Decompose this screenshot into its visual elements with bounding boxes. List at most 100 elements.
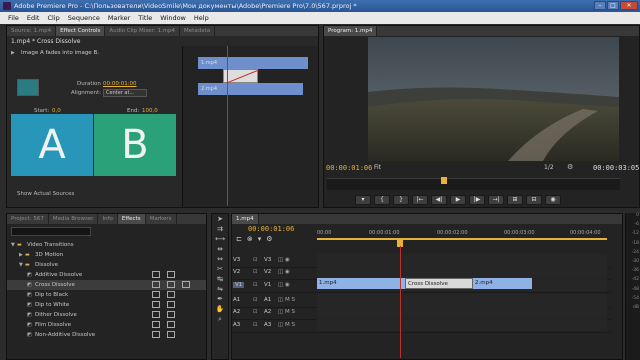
maximize-button[interactable]: □ bbox=[607, 1, 619, 10]
menu-window[interactable]: Window bbox=[156, 12, 190, 24]
close-button[interactable]: ✕ bbox=[620, 1, 638, 10]
mark-in-button[interactable]: { bbox=[374, 195, 390, 205]
tab-audio-clip-mixer[interactable]: Audio Clip Mixer: 1.mp4 bbox=[105, 26, 181, 36]
work-area-bar[interactable] bbox=[317, 238, 607, 240]
menu-title[interactable]: Title bbox=[134, 12, 156, 24]
wrench-icon[interactable]: ⚙ bbox=[567, 163, 573, 171]
disclosure-triangle-icon[interactable]: ▼ bbox=[11, 240, 15, 250]
track-source-patch[interactable]: V2 bbox=[233, 269, 240, 275]
effects-list-item[interactable]: ◩ Additive Dissolve bbox=[7, 270, 206, 280]
tab-metadata[interactable]: Metadata bbox=[180, 26, 216, 36]
snap-icon[interactable]: ⊏ bbox=[236, 235, 242, 243]
effects-list-item[interactable]: ◩ Dip to Black bbox=[7, 290, 206, 300]
pen-tool-icon[interactable]: ✒ bbox=[212, 294, 228, 304]
tab-source[interactable]: Source: 1.mp4 bbox=[7, 26, 57, 36]
tab-sequence[interactable]: 1.mp4 bbox=[232, 214, 259, 224]
tab-info[interactable]: Info bbox=[98, 214, 118, 224]
effects-list-item[interactable]: ◩ Dip to White bbox=[7, 300, 206, 310]
razor-tool-icon[interactable]: ✂ bbox=[212, 264, 228, 274]
export-frame-button[interactable]: ◉ bbox=[545, 195, 561, 205]
play-button[interactable]: ▶ bbox=[450, 195, 466, 205]
duration-value[interactable]: 00:00:01:00 bbox=[103, 81, 137, 87]
track-lock-icon[interactable]: ⊡ bbox=[253, 322, 258, 328]
mute-solo-icons[interactable]: ◫ M S bbox=[278, 297, 295, 303]
program-scrub-bar[interactable] bbox=[327, 178, 620, 190]
track-select-tool-icon[interactable]: ⇉ bbox=[212, 224, 228, 234]
effects-list-item[interactable]: ▼ ▬ Dissolve bbox=[7, 260, 206, 270]
step-forward-button[interactable]: |▶ bbox=[469, 195, 485, 205]
track-lane[interactable] bbox=[317, 318, 607, 331]
timeline-playhead[interactable] bbox=[400, 246, 401, 358]
track-lane[interactable] bbox=[317, 254, 607, 266]
ripple-edit-tool-icon[interactable]: ⟷ bbox=[212, 234, 228, 244]
mark-out-button[interactable]: } bbox=[393, 195, 409, 205]
linked-selection-icon[interactable]: ⊗ bbox=[247, 235, 253, 243]
mute-solo-icons[interactable]: ◫ M S bbox=[278, 322, 295, 328]
track-source-patch[interactable]: A3 bbox=[233, 322, 240, 328]
effects-list-item[interactable]: ◩ Cross Dissolve bbox=[7, 280, 206, 290]
disclosure-triangle-icon[interactable]: ▼ bbox=[19, 260, 23, 270]
effects-list-item[interactable]: ◩ Film Dissolve bbox=[7, 320, 206, 330]
program-playhead[interactable] bbox=[441, 177, 447, 184]
track-lock-icon[interactable]: ⊡ bbox=[253, 269, 258, 275]
track-lock-icon[interactable]: ⊡ bbox=[253, 282, 258, 288]
effects-list-item[interactable]: ◩ Dither Dissolve bbox=[7, 310, 206, 320]
go-to-in-button[interactable]: |← bbox=[412, 195, 428, 205]
tab-project[interactable]: Project: 567 bbox=[7, 214, 49, 224]
track-lane[interactable] bbox=[317, 306, 607, 319]
program-current-timecode[interactable]: 00:00:01:06 bbox=[326, 164, 372, 172]
hand-tool-icon[interactable]: ✋ bbox=[212, 304, 228, 314]
toggle-output-icon[interactable]: ◫ ◉ bbox=[278, 282, 290, 288]
minimize-button[interactable]: – bbox=[594, 1, 606, 10]
track-lock-icon[interactable]: ⊡ bbox=[253, 297, 258, 303]
effects-list-item[interactable]: ▶ ▬ 3D Motion bbox=[7, 250, 206, 260]
add-marker-button[interactable]: ▾ bbox=[355, 195, 371, 205]
lift-button[interactable]: ⊞ bbox=[507, 195, 523, 205]
slip-tool-icon[interactable]: ↹ bbox=[212, 274, 228, 284]
tab-markers[interactable]: Markers bbox=[146, 214, 177, 224]
tab-effects[interactable]: Effects bbox=[117, 214, 146, 224]
track-source-patch[interactable]: V1 bbox=[233, 281, 245, 288]
toggle-output-icon[interactable]: ◫ ◉ bbox=[278, 269, 290, 275]
go-to-out-button[interactable]: →| bbox=[488, 195, 504, 205]
selection-tool-icon[interactable]: ➤ bbox=[212, 214, 228, 224]
timeline-clip-2[interactable]: 2.mp4 bbox=[473, 278, 532, 289]
effects-search-input[interactable] bbox=[11, 227, 91, 236]
track-lock-icon[interactable]: ⊡ bbox=[253, 257, 258, 263]
add-marker-icon[interactable]: ▾ bbox=[258, 235, 262, 243]
slide-tool-icon[interactable]: ⇋ bbox=[212, 284, 228, 294]
fit-dropdown[interactable]: Fit bbox=[374, 164, 381, 171]
track-lane[interactable] bbox=[317, 266, 607, 279]
menu-marker[interactable]: Marker bbox=[104, 12, 134, 24]
alignment-dropdown[interactable]: Center at... bbox=[103, 89, 147, 97]
rolling-edit-tool-icon[interactable]: ⇹ bbox=[212, 244, 228, 254]
mini-clip-a[interactable]: 1.mp4 bbox=[198, 57, 308, 69]
track-source-patch[interactable]: A1 bbox=[233, 297, 240, 303]
effects-list-item[interactable]: ◩ Non-Additive Dissolve bbox=[7, 330, 206, 340]
mini-transition-block[interactable] bbox=[223, 69, 260, 85]
rate-stretch-tool-icon[interactable]: ⇔ bbox=[212, 254, 228, 264]
tab-media-browser[interactable]: Media Browser bbox=[49, 214, 99, 224]
tab-program[interactable]: Program: 1.mp4 bbox=[324, 26, 378, 36]
menu-sequence[interactable]: Sequence bbox=[64, 12, 104, 24]
timeline-settings-icon[interactable]: ⚙ bbox=[266, 235, 272, 243]
track-lane[interactable] bbox=[317, 293, 607, 306]
track-source-patch[interactable]: A2 bbox=[233, 309, 240, 315]
timeline-ruler[interactable]: 00:00 00:00:01:00 00:00:02:00 00:00:03:0… bbox=[317, 230, 607, 245]
disclosure-triangle-icon[interactable]: ▶ bbox=[19, 250, 23, 260]
timeline-clip-1[interactable]: 1.mp4 bbox=[317, 278, 405, 289]
menu-file[interactable]: File bbox=[4, 12, 23, 24]
zoom-tool-icon[interactable]: ⌕ bbox=[212, 314, 228, 324]
step-back-button[interactable]: ◀| bbox=[431, 195, 447, 205]
resolution-dropdown[interactable]: 1/2 bbox=[544, 164, 554, 171]
mini-playhead[interactable] bbox=[227, 46, 228, 206]
menu-edit[interactable]: Edit bbox=[23, 12, 44, 24]
cross-dissolve-transition[interactable]: Cross Dissolve bbox=[405, 278, 473, 289]
tab-effect-controls[interactable]: Effect Controls bbox=[56, 26, 106, 36]
effects-list-item[interactable]: ▼ ▬ Video Transitions bbox=[7, 240, 206, 250]
menu-help[interactable]: Help bbox=[190, 12, 213, 24]
mini-clip-b[interactable]: 2.mp4 bbox=[198, 83, 303, 95]
mute-solo-icons[interactable]: ◫ M S bbox=[278, 309, 295, 315]
timeline-timecode[interactable]: 00:00:01:06 bbox=[248, 225, 294, 233]
menu-clip[interactable]: Clip bbox=[43, 12, 63, 24]
